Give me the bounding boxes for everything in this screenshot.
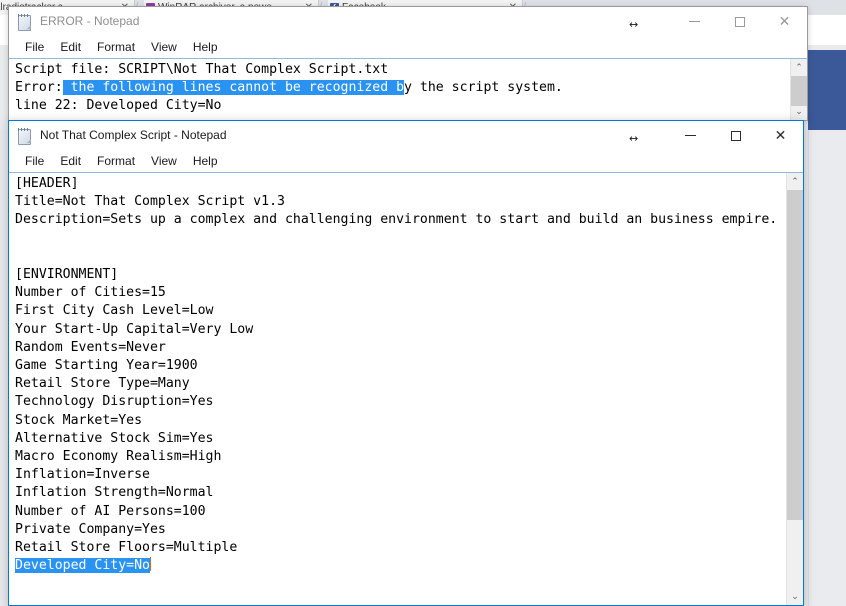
script-window-titlebar[interactable]: Not That Complex Script - Notepad ↔ ✕ (9, 121, 803, 150)
menu-help[interactable]: Help (185, 150, 226, 172)
maximize-icon (730, 130, 741, 141)
desktop-root: igitalradiotracker.c ✕ WinRAR archiver, … (0, 0, 846, 606)
scroll-thumb[interactable] (787, 190, 803, 520)
error-window-title-left: ERROR - Notepad (9, 7, 672, 36)
menu-file[interactable]: File (17, 150, 52, 172)
facebook-page-header (808, 50, 846, 130)
text-caret (149, 557, 151, 572)
scroll-up-icon[interactable]: ⌃ (791, 59, 807, 76)
minimize-icon (689, 21, 700, 22)
script-text-selection: Developed City=No (15, 558, 150, 574)
menu-view[interactable]: View (143, 150, 185, 172)
close-icon: ✕ (774, 127, 787, 144)
script-notepad-window[interactable]: Not That Complex Script - Notepad ↔ ✕ Fi… (8, 120, 804, 606)
error-menubar: File Edit Format View Help (9, 36, 807, 59)
script-caption-buttons: ✕ (668, 121, 803, 150)
scroll-thumb[interactable] (791, 76, 807, 106)
menu-file[interactable]: File (17, 36, 52, 58)
menu-view[interactable]: View (143, 36, 185, 58)
scroll-down-icon[interactable]: ⌄ (787, 588, 803, 605)
error-text-content[interactable]: Script file: SCRIPT\Not That Complex Scr… (9, 59, 791, 120)
script-window-title: Not That Complex Script - Notepad (40, 128, 227, 142)
error-notepad-window[interactable]: ERROR - Notepad ↔ ✕ File Edit Format Vie… (8, 6, 808, 121)
close-icon: ✕ (778, 13, 791, 30)
error-editor-area[interactable]: Script file: SCRIPT\Not That Complex Scr… (9, 58, 807, 120)
notepad-icon (16, 127, 32, 145)
script-editor-area[interactable]: [HEADER] Title=Not That Complex Script v… (9, 172, 803, 605)
horizontal-resize-cursor: ↔ (629, 18, 639, 31)
scroll-down-icon[interactable]: ⌄ (791, 103, 807, 120)
minimize-icon (685, 135, 696, 136)
script-text-content[interactable]: [HEADER] Title=Not That Complex Script v… (9, 173, 787, 605)
close-button[interactable]: ✕ (762, 7, 807, 36)
script-window-title-left: Not That Complex Script - Notepad (9, 121, 668, 150)
facebook-page-body (808, 130, 846, 606)
minimize-button[interactable] (668, 121, 713, 150)
minimize-button[interactable] (672, 7, 717, 36)
close-button[interactable]: ✕ (758, 121, 803, 150)
maximize-icon (734, 16, 745, 27)
script-text-before-selection: [HEADER] Title=Not That Complex Script v… (15, 176, 778, 556)
error-window-titlebar[interactable]: ERROR - Notepad ↔ ✕ (9, 7, 807, 36)
script-menubar: File Edit Format View Help (9, 150, 803, 173)
menu-help[interactable]: Help (185, 36, 226, 58)
scroll-up-icon[interactable]: ⌃ (787, 173, 803, 190)
menu-edit[interactable]: Edit (52, 150, 89, 172)
script-vertical-scrollbar[interactable]: ⌃ ⌄ (786, 173, 803, 605)
menu-format[interactable]: Format (89, 150, 143, 172)
horizontal-resize-cursor: ↔ (629, 132, 639, 145)
maximize-button[interactable] (717, 7, 762, 36)
error-vertical-scrollbar[interactable]: ⌃ ⌄ (790, 59, 807, 120)
notepad-icon (16, 13, 32, 31)
menu-format[interactable]: Format (89, 36, 143, 58)
error-text-selection: the following lines cannot be recognized… (62, 80, 405, 96)
error-caption-buttons: ✕ (672, 7, 807, 36)
menu-edit[interactable]: Edit (52, 36, 89, 58)
maximize-button[interactable] (713, 121, 758, 150)
error-window-title: ERROR - Notepad (40, 14, 140, 28)
